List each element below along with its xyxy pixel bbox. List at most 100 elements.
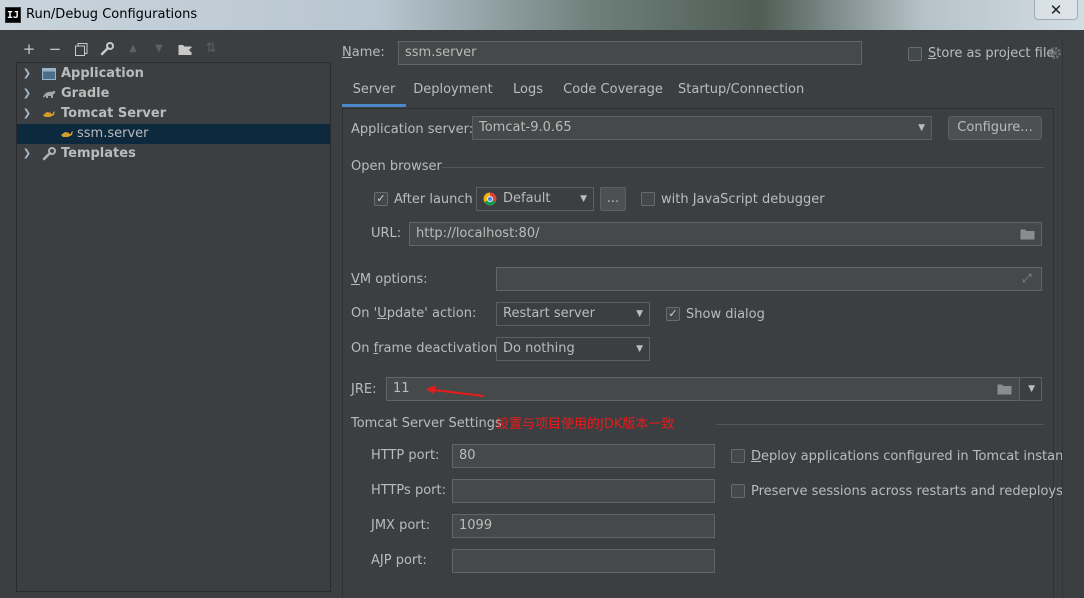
store-as-project-checkbox[interactable] <box>908 47 922 61</box>
folder-icon[interactable] <box>1020 228 1035 240</box>
gradle-icon <box>43 90 56 98</box>
config-tabs: Server Deployment Logs Code Coverage Sta… <box>342 76 1054 108</box>
edit-defaults-button[interactable] <box>96 38 118 60</box>
on-frame-deactivation-label: On frame deactivation: <box>351 341 501 356</box>
deploy-apps-label: Deploy applications configured in Tomcat… <box>751 449 1078 464</box>
application-server-label: Application server: <box>351 122 474 137</box>
expand-field-icon[interactable]: ⤢ <box>1022 271 1032 286</box>
section-divider <box>442 167 1044 168</box>
close-window-button[interactable]: ✕ <box>1034 0 1078 20</box>
store-as-project-label: Store as project file <box>928 46 1054 61</box>
expand-arrow-icon[interactable]: ❯ <box>21 84 33 104</box>
https-port-label: HTTPs port: <box>371 483 446 498</box>
on-frame-label-post: rame deactivation: <box>378 341 502 356</box>
store-label-text: tore as project file <box>936 46 1055 61</box>
tree-item-label: ssm.server <box>77 126 149 141</box>
window-titlebar: IJ Run/Debug Configurations ✕ <box>0 0 1084 30</box>
preserve-sessions-label: Preserve sessions across restarts and re… <box>751 484 1063 499</box>
on-frame-label-pre: On <box>351 341 374 356</box>
after-launch-label: After launch <box>394 192 473 207</box>
vm-options-label-text: M options: <box>359 272 428 287</box>
tomcat-icon <box>43 111 55 117</box>
tree-item-templates[interactable]: ❯ Templates <box>17 144 330 164</box>
vertical-scrollbar[interactable] <box>1062 38 1080 598</box>
tab-server[interactable]: Server <box>342 76 406 107</box>
tree-item-application[interactable]: ❯ Application <box>17 64 330 84</box>
open-browser-label: Open browser <box>351 159 442 174</box>
tree-item-label: Gradle <box>61 86 110 101</box>
jdk-version-annotation: 设置与项目使用的JDK版本一致 <box>496 417 675 432</box>
new-folder-button[interactable] <box>174 38 196 60</box>
on-update-label-pre: On ' <box>351 306 378 321</box>
application-server-select[interactable]: Tomcat-9.0.65 ▼ <box>472 116 932 140</box>
ajp-port-label: AJP port: <box>371 553 427 568</box>
name-field[interactable]: ssm.server <box>398 41 862 65</box>
ajp-port-field[interactable] <box>452 549 715 573</box>
preserve-sessions-checkbox[interactable] <box>731 484 745 498</box>
chrome-icon <box>483 192 497 206</box>
browser-select[interactable]: Default ▼ <box>476 187 594 211</box>
jre-label-text: RE: <box>354 382 377 397</box>
vm-options-field[interactable] <box>496 267 1042 291</box>
name-label-text: ame: <box>351 45 385 60</box>
jmx-port-field[interactable]: 1099 <box>452 514 715 538</box>
configure-button[interactable]: Configure... <box>948 116 1042 140</box>
intellij-app-icon: IJ <box>5 7 21 23</box>
url-label: URL: <box>371 226 402 241</box>
tree-item-ssm-server[interactable]: ssm.server <box>17 124 330 144</box>
annotation-arrow <box>426 385 485 397</box>
add-configuration-button[interactable]: + <box>18 38 40 60</box>
tree-item-tomcat-server[interactable]: ❯ Tomcat Server <box>17 104 330 124</box>
https-port-field[interactable] <box>452 479 715 503</box>
move-down-button[interactable]: ▼ <box>148 38 170 60</box>
browser-more-button[interactable]: ... <box>600 187 626 211</box>
show-dialog-checkbox[interactable]: ✓ <box>666 307 680 321</box>
copy-icon <box>74 43 87 56</box>
remove-configuration-button[interactable]: − <box>44 38 66 60</box>
after-launch-checkbox[interactable]: ✓ <box>374 192 388 206</box>
name-mnemonic: N <box>342 45 352 60</box>
url-field[interactable]: http://localhost:80/ <box>409 222 1042 246</box>
jre-value: 11 <box>393 381 410 396</box>
wrench-icon <box>100 42 114 56</box>
application-server-value: Tomcat-9.0.65 <box>479 120 572 135</box>
tab-code-coverage[interactable]: Code Coverage <box>560 76 666 107</box>
name-label: Name: <box>342 45 385 60</box>
browser-value: Default <box>503 191 551 206</box>
configurations-toolbar: + − ▲ ▼ ⇅ <box>16 38 331 60</box>
http-port-field[interactable]: 80 <box>452 444 715 468</box>
sort-button[interactable]: ⇅ <box>200 38 222 60</box>
vm-options-label: VM options: <box>351 272 428 287</box>
tab-logs[interactable]: Logs <box>504 76 552 107</box>
on-update-mnemonic: U <box>377 306 387 321</box>
folder-icon[interactable] <box>997 383 1012 395</box>
gear-icon[interactable] <box>1048 46 1062 60</box>
on-update-label: On 'Update' action: <box>351 306 476 321</box>
collapse-arrow-icon[interactable]: ❯ <box>21 104 33 124</box>
on-frame-deactivation-select[interactable]: Do nothing ▼ <box>496 337 650 361</box>
tomcat-server-settings-label: Tomcat Server Settings <box>351 416 502 431</box>
tab-startup-connection[interactable]: Startup/Connection <box>678 76 804 107</box>
expand-arrow-icon[interactable]: ❯ <box>21 144 33 164</box>
copy-configuration-button[interactable] <box>70 38 92 60</box>
tree-item-label: Application <box>61 66 144 81</box>
js-debugger-checkbox[interactable] <box>641 192 655 206</box>
jre-label: JRE: <box>351 382 376 397</box>
jre-dropdown-button[interactable]: ▼ <box>1019 377 1042 401</box>
deploy-mnemonic: D <box>751 449 762 464</box>
tree-item-gradle[interactable]: ❯ Gradle <box>17 84 330 104</box>
folder-icon <box>178 45 193 55</box>
deploy-apps-checkbox[interactable] <box>731 449 745 463</box>
configurations-tree: ❯ Application ❯ Gradle ❯ Tomcat Server s… <box>16 62 331 592</box>
dropdown-arrow-icon: ▼ <box>636 309 643 319</box>
tomcat-icon <box>61 131 73 137</box>
tree-item-label: Templates <box>61 146 136 161</box>
move-up-button[interactable]: ▲ <box>122 38 144 60</box>
dropdown-arrow-icon: ▼ <box>1028 384 1035 394</box>
tab-deployment[interactable]: Deployment <box>410 76 496 107</box>
tree-item-label: Tomcat Server <box>61 106 167 121</box>
on-update-select[interactable]: Restart server ▼ <box>496 302 650 326</box>
expand-arrow-icon[interactable]: ❯ <box>21 64 33 84</box>
url-value: http://localhost:80/ <box>416 226 540 241</box>
on-update-value: Restart server <box>503 306 596 321</box>
